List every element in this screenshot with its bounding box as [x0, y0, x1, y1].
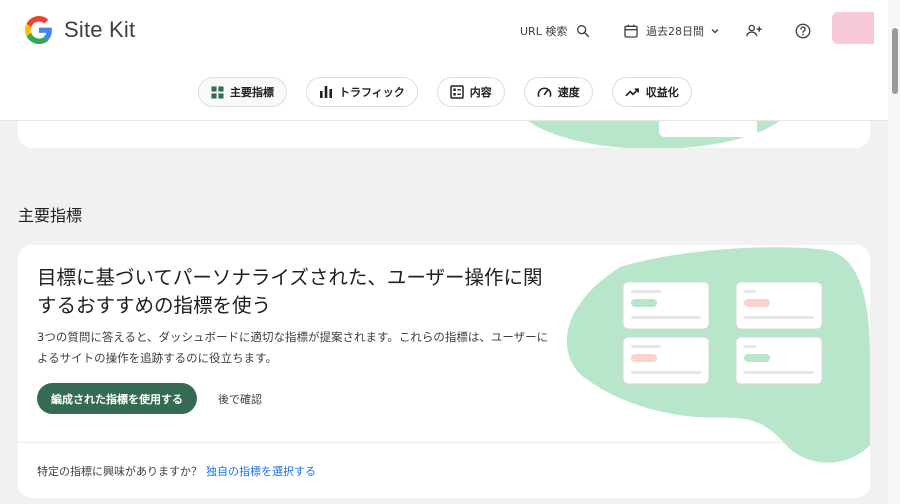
select-own-metrics-link[interactable]: 独自の指標を選択する: [206, 465, 316, 478]
tab-speed[interactable]: 速度: [523, 77, 593, 107]
logo-text: Site Kit: [64, 17, 136, 42]
tab-label: 収益化: [645, 86, 679, 99]
remind-later-button[interactable]: 後で確認: [218, 391, 262, 407]
tab-label: トラフィック: [339, 86, 405, 99]
tab-label: 速度: [557, 86, 580, 99]
speedometer-icon: [537, 87, 552, 97]
prev-card-illustration: [528, 121, 780, 148]
app-header: Site Kit URL 検索 過去28日間 主要指標 トラフィック 内容 速度: [0, 0, 888, 121]
url-search-label: URL 検索: [520, 25, 568, 38]
google-g-icon: [25, 16, 52, 44]
card-footer: 特定の指標に興味がありますか？ 独自の指標を選択する: [37, 463, 316, 479]
chevron-down-icon: [711, 29, 719, 34]
card-description: 3つの質問に答えると、ダッシュボードに適切な指標が提案されます。これらの指標は、…: [37, 330, 549, 365]
tab-traffic[interactable]: トラフィック: [306, 77, 418, 107]
tab-monetization[interactable]: 収益化: [611, 77, 692, 107]
metrics-illustration: [566, 247, 870, 463]
dashboard-tabs: 主要指標 トラフィック 内容 速度 収益化: [198, 77, 711, 107]
user-add-button[interactable]: [745, 18, 763, 44]
tab-label: 主要指標: [230, 86, 274, 99]
use-tailored-metrics-button[interactable]: 編成された指標を使用する: [37, 383, 197, 414]
scrollbar-thumb[interactable]: [892, 28, 898, 94]
tab-content[interactable]: 内容: [436, 77, 505, 107]
bar-chart-icon: [320, 86, 332, 98]
tab-label: 内容: [469, 86, 492, 99]
site-kit-logo[interactable]: Site Kit: [25, 16, 135, 44]
user-avatar[interactable]: [832, 12, 874, 44]
search-icon: [577, 24, 590, 38]
previous-card-bottom: [18, 121, 870, 148]
footer-text: 特定の指標に興味がありますか？: [37, 465, 202, 478]
content-icon: [450, 85, 464, 99]
card-title: 目標に基づいてパーソナライズされた、ユーザー操作に関するおすすめの指標を使う: [37, 266, 543, 317]
tab-key-metrics[interactable]: 主要指標: [198, 77, 287, 107]
help-button[interactable]: [794, 18, 812, 44]
section-title: 主要指標: [18, 206, 83, 225]
date-range-label: 過去28日間: [646, 25, 704, 38]
user-add-icon: [746, 24, 762, 37]
url-search-button[interactable]: URL 検索: [520, 18, 591, 44]
calendar-icon: [624, 24, 638, 38]
date-range-selector[interactable]: 過去28日間: [623, 18, 720, 44]
help-icon: [795, 23, 811, 39]
grid-icon: [211, 85, 224, 99]
key-metrics-setup-card: 目標に基づいてパーソナライズされた、ユーザー操作に関するおすすめの指標を使う 3…: [18, 245, 870, 498]
trending-up-icon: [625, 88, 639, 97]
